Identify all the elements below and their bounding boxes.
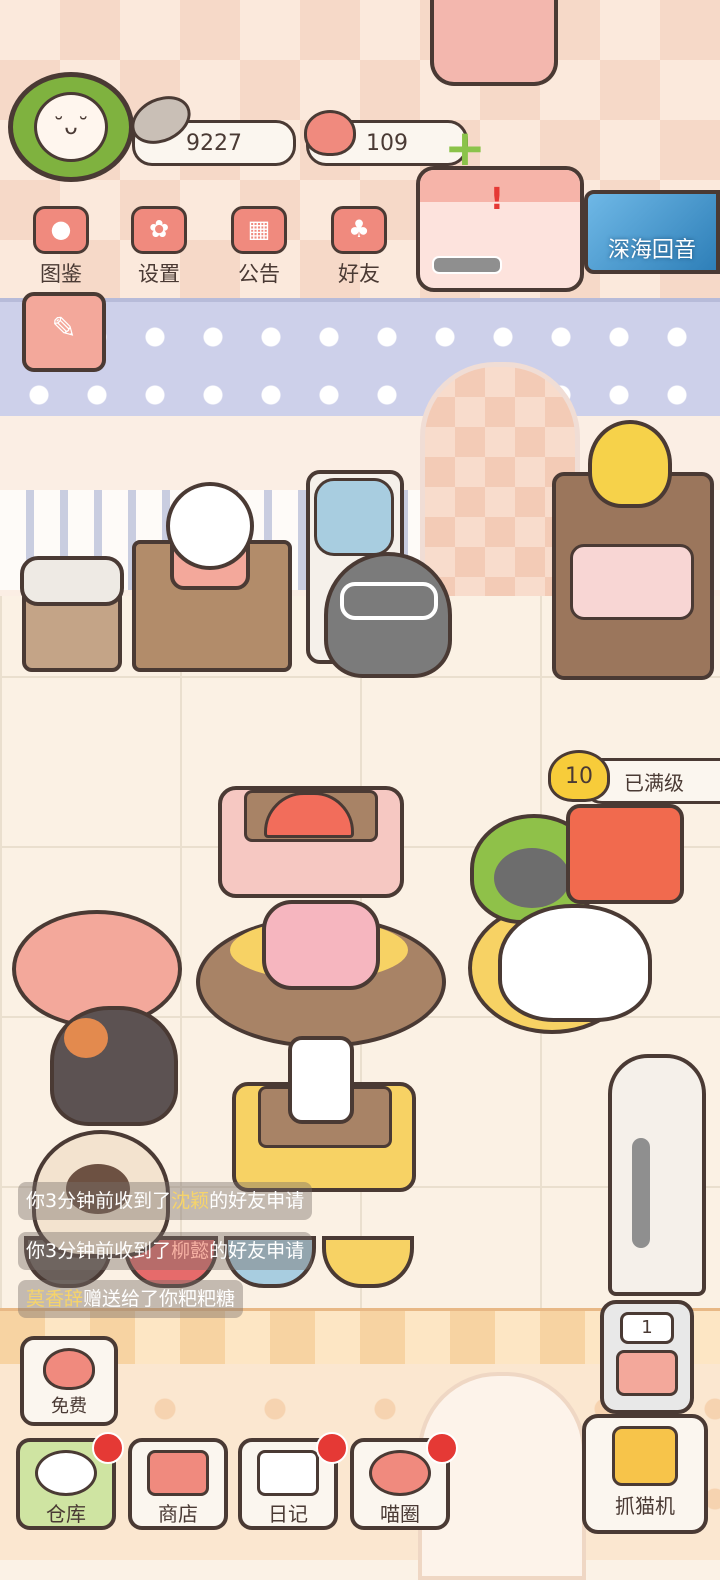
claw-machine-label: 抓猫机	[615, 1494, 675, 1518]
cat-circle-notification-dot	[426, 1432, 458, 1464]
trash-bin[interactable]	[20, 556, 124, 672]
diary-icon	[257, 1450, 319, 1496]
menu-friends-button[interactable]: ♣ 好友	[316, 196, 402, 286]
menu-collection-button[interactable]: ● 图鉴	[18, 196, 104, 286]
calendar-edit-button[interactable]: ✎	[22, 292, 106, 372]
snack-jar	[288, 1036, 354, 1124]
claw-icon	[612, 1426, 678, 1486]
cat-planet-icon	[369, 1450, 431, 1496]
storage-notification-dot	[92, 1432, 124, 1464]
glasses-icon	[340, 582, 438, 620]
cat-grey-glasses[interactable]	[324, 552, 452, 678]
event-progress-bar	[432, 256, 502, 274]
friends-icon: ♣	[331, 206, 387, 254]
ticket-icon	[616, 1350, 678, 1396]
nav-storage-label: 仓库	[46, 1502, 86, 1526]
alert-icon: !	[490, 182, 504, 217]
backpack-decoration	[430, 0, 558, 86]
air-purifier[interactable]	[608, 1054, 706, 1296]
gacha-count: 1	[620, 1312, 674, 1344]
add-hearts-button[interactable]: +	[444, 123, 486, 173]
heart-icon	[304, 110, 356, 156]
menu-announcement-label: 公告	[238, 262, 280, 286]
player-avatar[interactable]: ˘ᴗ˘	[8, 72, 134, 182]
pencil-icon: ✎	[51, 311, 77, 346]
notification-name: 沈颖	[171, 1190, 210, 1212]
menu-announcement-button[interactable]: ▦ 公告	[216, 196, 302, 286]
gift-icon: ▦	[231, 206, 287, 254]
notification-name: 莫香辞	[26, 1288, 84, 1310]
gacha-ticket-counter[interactable]: 1	[600, 1300, 694, 1414]
deep-sea-event-label: 深海回音	[607, 238, 696, 263]
storage-icon	[35, 1450, 97, 1496]
nav-diary-label: 日记	[268, 1502, 308, 1526]
gumball-machine[interactable]	[166, 482, 254, 570]
cat-white-sleeping[interactable]	[498, 904, 652, 1022]
menu-settings-button[interactable]: ✿ 设置	[116, 196, 202, 286]
coin-value: 9227	[186, 130, 242, 156]
claw-machine-button[interactable]: 抓猫机	[582, 1414, 708, 1534]
notification-friend-request-2: 你3分钟前收到了柳懿的好友申请	[18, 1232, 313, 1270]
nav-cat-circle-label: 喵圈	[380, 1502, 420, 1526]
nav-shop-button[interactable]: 商店	[128, 1438, 228, 1530]
cat-head-icon: ●	[33, 206, 89, 254]
menu-settings-label: 设置	[138, 262, 180, 286]
cat-level-badge: 10	[548, 750, 610, 802]
shop-icon	[147, 1450, 209, 1496]
gear-icon: ✿	[131, 206, 187, 254]
cat-calico[interactable]	[50, 1006, 178, 1126]
notification-gift: 莫香辞赠送给了你粑粑糖	[18, 1280, 244, 1318]
menu-collection-label: 图鉴	[40, 262, 82, 286]
rotary-phone[interactable]	[262, 900, 380, 990]
cat-tv-head[interactable]	[566, 804, 684, 904]
diary-notification-dot	[316, 1432, 348, 1464]
nav-shop-label: 商店	[158, 1502, 198, 1526]
event-card-button[interactable]: !	[416, 166, 584, 292]
menu-friends-label: 好友	[338, 262, 380, 286]
heart-value: 109	[366, 130, 408, 156]
notification-name: 柳懿	[171, 1240, 210, 1262]
heart-icon	[43, 1348, 95, 1390]
deep-sea-event-banner[interactable]: 深海回音	[584, 190, 720, 274]
notification-friend-request-1: 你3分钟前收到了沈颖的好友申请	[18, 1182, 313, 1220]
free-heart-button[interactable]: 免费	[20, 1336, 118, 1426]
duck-toy[interactable]	[588, 420, 672, 508]
wall-dot-band	[0, 298, 720, 420]
free-label: 免费	[51, 1396, 87, 1417]
avatar-face: ˘ᴗ˘	[34, 92, 108, 162]
cat-level-status-text: 已满级	[624, 770, 684, 795]
cat-level-number: 10	[565, 763, 593, 789]
